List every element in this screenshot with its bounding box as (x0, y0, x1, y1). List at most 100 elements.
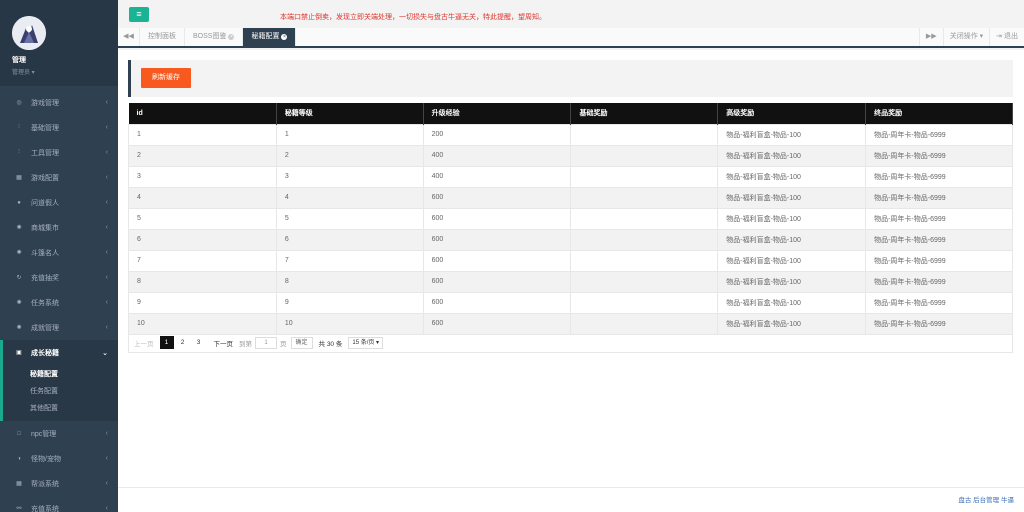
sidebar-nav: ◎ 游戏管理 ‹ ⫶ 基础管理 ‹ ⫶ 工具管理 ‹ ▦ 游戏配置 ‹ ● 问道假人 ‹ ✺ 商城集市… (0, 90, 118, 512)
chevron-left-icon: ‹ (105, 199, 108, 206)
table-row[interactable]: 10 10 600 物品-福利盲盒-物品-100 物品-周年卡-物品-6999 (128, 312, 1013, 335)
table-cell: 600 (422, 291, 572, 314)
tab-secret-config[interactable]: 秘籍配置 × (243, 28, 297, 46)
sidebar-item-task-system[interactable]: ✺ 任务系统 ‹ (0, 290, 118, 315)
sidebar-item-label: 游戏管理 (31, 99, 59, 107)
table-cell: 400 (422, 144, 572, 167)
column-header-basic-reward[interactable]: 基础奖励 (570, 103, 719, 124)
sidebar-item-label: 充值抽奖 (31, 274, 59, 282)
chevron-left-icon: ‹ (105, 430, 108, 437)
table-row[interactable]: 5 5 600 物品-福利盲盒-物品-100 物品-周年卡-物品-6999 (128, 207, 1013, 230)
table-row[interactable]: 3 3 400 物品-福利盲盒-物品-100 物品-周年卡-物品-6999 (128, 165, 1013, 188)
table-cell: 物品-福利盲盒-物品-100 (717, 291, 867, 314)
sidebar-item-label: 商城集市 (31, 224, 59, 232)
cutlery-icon: ⫶ (18, 149, 20, 155)
table-cell: 5 (128, 207, 277, 230)
table-row[interactable]: 7 7 600 物品-福利盲盒-物品-100 物品-周年卡-物品-6999 (128, 249, 1013, 272)
table-cell: 600 (422, 207, 572, 230)
sidebar-item-label: 斗篷名人 (31, 249, 59, 257)
sidebar-item-cloak[interactable]: ✺ 斗篷名人 ‹ (0, 240, 118, 265)
tab-scroll-left-button[interactable]: ◀◀ (118, 28, 140, 46)
sidebar-item-game-config[interactable]: ▦ 游戏配置 ‹ (0, 165, 118, 190)
tab-bar: ◀◀ 控制面板 BOSS图鉴 × 秘籍配置 × ▶▶ 关闭操作 ▾ ⇥ 退出 (118, 28, 1024, 48)
grid-icon: ▦ (16, 481, 22, 487)
prev-page-button[interactable]: 上一页 (134, 338, 154, 348)
table-cell: 5 (275, 207, 424, 230)
table-cell: 物品-周年卡-物品-6999 (865, 312, 1013, 335)
column-header-final-reward[interactable]: 终品奖励 (865, 103, 1013, 124)
refresh-cache-button[interactable]: 刷新缓存 (141, 68, 191, 88)
sidebar-item-growth-secrets[interactable]: ▣ 成长秘籍 ⌄ (0, 340, 118, 365)
sidebar-item-npc[interactable]: □ npc管理 ‹ (0, 421, 118, 446)
table-row[interactable]: 9 9 600 物品-福利盲盒-物品-100 物品-周年卡-物品-6999 (128, 291, 1013, 314)
table-cell: 6 (275, 228, 424, 251)
sidebar-item-achievement[interactable]: ✺ 成就管理 ‹ (0, 315, 118, 340)
table-cell: 物品-福利盲盒-物品-100 (717, 249, 867, 272)
chevron-left-icon: ‹ (105, 505, 108, 512)
column-header-id[interactable]: id (128, 103, 277, 124)
tab-list: 控制面板 BOSS图鉴 × 秘籍配置 × (140, 28, 297, 46)
sidebar-item-label: 工具管理 (31, 149, 59, 157)
table-cell (570, 165, 719, 188)
tab-scroll-right-button[interactable]: ▶▶ (918, 28, 943, 46)
goto-page-input[interactable]: 1 (255, 336, 277, 349)
table-cell: 9 (128, 291, 277, 314)
footer-text: 盘古 后台管理 牛逼 (958, 497, 1014, 504)
table-cell: 物品-周年卡-物品-6999 (865, 228, 1013, 251)
double-chevron-right-icon: ▶▶ (925, 33, 937, 40)
table-cell (570, 144, 719, 167)
column-header-level[interactable]: 秘籍等级 (276, 103, 424, 124)
page-button[interactable]: 1 (159, 336, 174, 349)
close-icon[interactable]: × (228, 34, 235, 40)
table-row[interactable]: 8 8 600 物品-福利盲盒-物品-100 物品-周年卡-物品-6999 (128, 270, 1013, 293)
sidebar-subitem-other-config[interactable]: 其他配置 (3, 400, 118, 417)
profile-panel: 管理 管理员 ▾ (0, 0, 118, 86)
table-cell: 物品-福利盲盒-物品-100 (717, 270, 867, 293)
sidebar-item-guild[interactable]: ▦ 帮派系统 ‹ (0, 471, 118, 496)
sidebar-item-fake-player[interactable]: ● 问道假人 ‹ (0, 190, 118, 215)
sidebar-item-mall[interactable]: ✺ 商城集市 ‹ (0, 215, 118, 240)
sidebar-item-basic-manage[interactable]: ⫶ 基础管理 ‹ (0, 115, 118, 140)
sidebar-item-tool-manage[interactable]: ⫶ 工具管理 ‹ (0, 140, 118, 165)
logout-label: 退出 (1004, 33, 1018, 40)
table-row[interactable]: 1 1 200 物品-福利盲盒-物品-100 物品-周年卡-物品-6999 (128, 123, 1013, 146)
avatar[interactable] (12, 16, 46, 50)
table-cell (570, 270, 719, 293)
column-header-advanced-reward[interactable]: 高级奖励 (717, 103, 867, 124)
table-cell: 600 (422, 186, 572, 209)
secret-config-table: id 秘籍等级 升级经验 基础奖励 高级奖励 终品奖励 1 1 200 物品-福利盲盒… (128, 103, 1013, 335)
page-size-select[interactable]: 15 条/页 ▾ (348, 336, 384, 349)
profile-role-dropdown[interactable]: 管理员 ▾ (12, 67, 118, 76)
goto-label: 到第 (239, 340, 252, 348)
sidebar-item-label: 帮派系统 (31, 480, 59, 488)
sidebar-subitem-task-config[interactable]: 任务配置 (3, 383, 118, 400)
menu-toggle-button[interactable]: ≡ (129, 7, 149, 22)
sidebar-item-recharge-lottery[interactable]: ↻ 充值抽奖 ‹ (0, 265, 118, 290)
table-cell: 3 (128, 165, 277, 188)
tab-dashboard[interactable]: 控制面板 (140, 28, 185, 46)
chevron-left-icon: ‹ (105, 455, 108, 462)
footer: 盘古 后台管理 牛逼 (118, 487, 1024, 512)
table-cell: 600 (422, 249, 572, 272)
table-row[interactable]: 6 6 600 物品-福利盲盒-物品-100 物品-周年卡-物品-6999 (128, 228, 1013, 251)
warning-notice: 本端口禁止倒卖，发现立即关端处理，一切损失与盘古牛逼无关，特此提醒，望周知。 (280, 14, 546, 21)
logout-button[interactable]: ⇥ 退出 (989, 28, 1024, 46)
sidebar-item-game-manage[interactable]: ◎ 游戏管理 ‹ (0, 90, 118, 115)
table-row[interactable]: 2 2 400 物品-福利盲盒-物品-100 物品-周年卡-物品-6999 (128, 144, 1013, 167)
page-button[interactable]: 3 (192, 336, 206, 349)
column-header-exp[interactable]: 升级经验 (423, 103, 572, 124)
page-button[interactable]: 2 (176, 336, 190, 349)
sidebar-item-label: 怪物/宠物 (31, 455, 61, 463)
sidebar-subitem-secret-config[interactable]: 秘籍配置 (3, 366, 118, 383)
tab-boss-guide[interactable]: BOSS图鉴 × (185, 28, 244, 46)
table-cell: 600 (422, 312, 572, 335)
cutlery-icon: ⫶ (18, 124, 20, 130)
close-operations-dropdown[interactable]: 关闭操作 ▾ (942, 28, 989, 46)
close-icon[interactable]: × (281, 34, 288, 40)
chevron-left-icon: ‹ (105, 480, 108, 487)
sidebar-item-recharge[interactable]: ⚯ 充值系统 ‹ (0, 496, 118, 512)
sidebar-item-monster-pet[interactable]: ◑ 怪物/宠物 ‹ (0, 446, 118, 471)
goto-confirm-button[interactable]: 确定 (290, 336, 313, 349)
next-page-button[interactable]: 下一页 (214, 338, 234, 348)
table-row[interactable]: 4 4 600 物品-福利盲盒-物品-100 物品-周年卡-物品-6999 (128, 186, 1013, 209)
